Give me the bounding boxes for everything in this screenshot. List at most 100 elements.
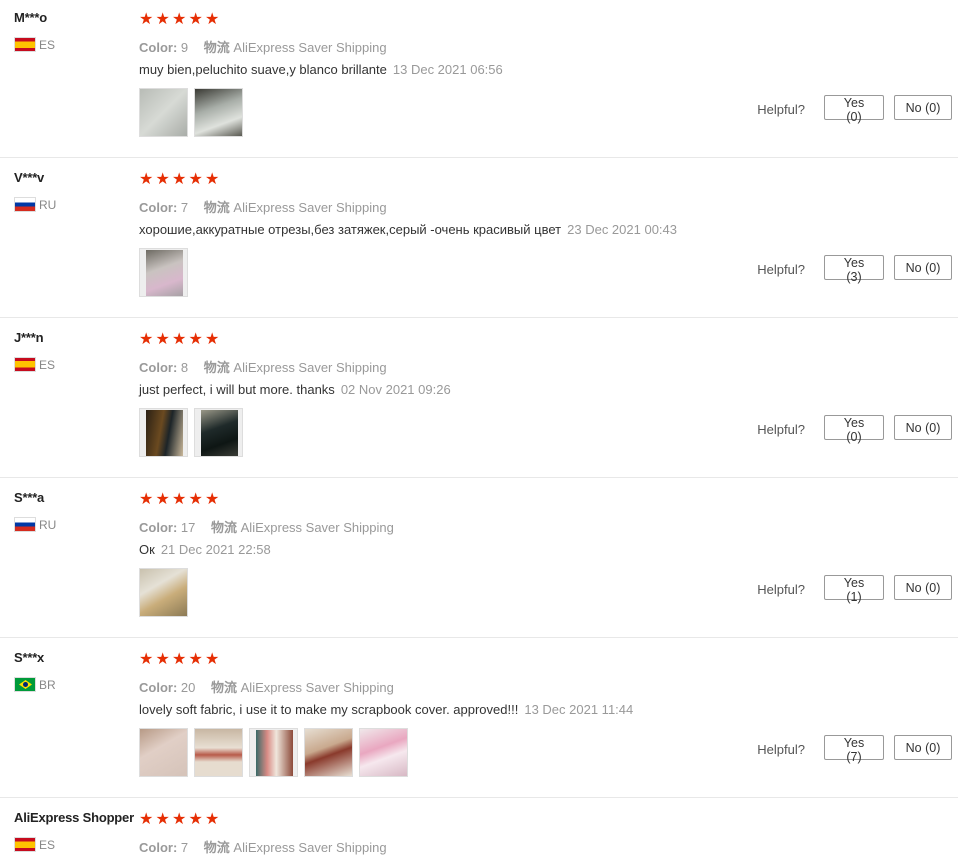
review-text: хорошие,аккуратные отрезы,без затяжек,се… xyxy=(139,222,677,237)
reviewer-name: S***a xyxy=(14,490,45,505)
helpful-yes-button[interactable]: Yes (1) xyxy=(824,575,884,604)
flag-es-icon xyxy=(14,837,36,852)
review-photo-thumbnail[interactable] xyxy=(194,408,243,457)
flag-br-icon xyxy=(14,677,36,692)
helpful-no-button[interactable]: No (0) xyxy=(894,255,952,280)
review-photo-thumbnail[interactable] xyxy=(304,728,353,777)
star-icon: ★ xyxy=(188,811,203,828)
color-key: Color: xyxy=(139,200,178,215)
helpful-no-button[interactable]: No (0) xyxy=(894,575,952,600)
shipping-value: AliExpress Saver Shipping xyxy=(233,360,387,375)
review-photo-thumbnail[interactable] xyxy=(139,568,188,617)
star-icon: ★ xyxy=(155,331,170,348)
flag-ru-icon xyxy=(14,517,36,532)
review-photo-thumbnail[interactable] xyxy=(194,88,243,137)
review-photo-thumbnail[interactable] xyxy=(139,408,188,457)
color-key: Color: xyxy=(139,840,178,855)
color-key: Color: xyxy=(139,520,178,535)
star-icon: ★ xyxy=(205,651,220,668)
star-icon: ★ xyxy=(172,811,187,828)
review-photos xyxy=(139,408,243,457)
reviewer-name: S***x xyxy=(14,650,45,665)
review-date: 02 Nov 2021 09:26 xyxy=(340,382,451,397)
star-icon: ★ xyxy=(139,171,154,188)
reviewer-name: V***v xyxy=(14,170,45,185)
review-photo-thumbnail[interactable] xyxy=(139,248,188,297)
star-icon: ★ xyxy=(139,491,154,508)
review-date: 23 Dec 2021 00:43 xyxy=(567,222,677,237)
review-text: just perfect, i will but more. thanks 02 … xyxy=(139,382,451,397)
reviewer-country: ES xyxy=(14,37,55,52)
review-meta: Color: 8 物流 AliExpress Saver Shipping xyxy=(139,357,387,376)
star-icon: ★ xyxy=(172,171,187,188)
review-meta: Color: 7 物流 AliExpress Saver Shipping xyxy=(139,197,387,216)
star-icon: ★ xyxy=(188,11,203,28)
star-rating: ★ ★ ★ ★ ★ xyxy=(139,12,221,28)
helpful-label: Helpful? xyxy=(757,582,805,597)
review-text: muy bien,peluchito suave,y blanco brilla… xyxy=(139,62,503,77)
flag-ru-icon xyxy=(14,197,36,212)
reviewer-country: RU xyxy=(14,517,56,532)
review-meta: Color: 20 物流 AliExpress Saver Shipping xyxy=(139,677,394,696)
review-date: 13 Dec 2021 06:56 xyxy=(392,62,503,77)
review-text: Ок 21 Dec 2021 22:58 xyxy=(139,542,271,557)
star-rating: ★ ★ ★ ★ ★ xyxy=(139,652,221,668)
review-body: just perfect, i will but more. thanks xyxy=(139,382,335,397)
helpful-yes-button[interactable]: Yes (7) xyxy=(824,735,884,764)
review-item: AliExpress Shopper ES ★ ★ ★ ★ ★ Color: 7 物流 … xyxy=(0,800,958,862)
review-photo-thumbnail[interactable] xyxy=(194,728,243,777)
review-meta: Color: 7 物流 AliExpress Saver Shipping xyxy=(139,837,387,856)
helpful-yes-button[interactable]: Yes (0) xyxy=(824,95,884,124)
helpful-yes-button[interactable]: Yes (3) xyxy=(824,255,884,284)
color-value: 8 xyxy=(180,360,189,375)
review-photo-thumbnail[interactable] xyxy=(359,728,408,777)
color-value: 20 xyxy=(180,680,196,695)
star-rating: ★ ★ ★ ★ ★ xyxy=(139,332,221,348)
star-icon: ★ xyxy=(172,491,187,508)
star-icon: ★ xyxy=(205,491,220,508)
reviewer-name: AliExpress Shopper xyxy=(14,810,134,825)
shipping-value: AliExpress Saver Shipping xyxy=(240,520,394,535)
reviewer-country: RU xyxy=(14,197,56,212)
star-icon: ★ xyxy=(205,811,220,828)
color-key: Color: xyxy=(139,360,178,375)
star-icon: ★ xyxy=(155,491,170,508)
shipping-value: AliExpress Saver Shipping xyxy=(233,840,387,855)
review-body: Ок xyxy=(139,542,155,557)
review-photo-thumbnail[interactable] xyxy=(249,728,298,777)
helpful-label: Helpful? xyxy=(757,422,805,437)
star-icon: ★ xyxy=(188,331,203,348)
star-icon: ★ xyxy=(205,331,220,348)
star-icon: ★ xyxy=(139,11,154,28)
reviewer-name: M***o xyxy=(14,10,47,25)
helpful-label: Helpful? xyxy=(757,262,805,277)
country-code: ES xyxy=(39,357,56,372)
color-key: Color: xyxy=(139,40,178,55)
country-code: RU xyxy=(39,197,57,212)
shipping-key: 物流 xyxy=(203,200,230,215)
review-photos xyxy=(139,728,408,777)
review-meta: Color: 17 物流 AliExpress Saver Shipping xyxy=(139,517,394,536)
review-photo-thumbnail[interactable] xyxy=(139,88,188,137)
reviewer-country: ES xyxy=(14,357,55,372)
country-code: ES xyxy=(39,37,56,52)
color-value: 9 xyxy=(180,40,189,55)
helpful-no-button[interactable]: No (0) xyxy=(894,95,952,120)
color-value: 17 xyxy=(180,520,196,535)
star-icon: ★ xyxy=(172,11,187,28)
helpful-no-button[interactable]: No (0) xyxy=(894,735,952,760)
shipping-key: 物流 xyxy=(211,520,238,535)
helpful-yes-button[interactable]: Yes (0) xyxy=(824,415,884,444)
shipping-key: 物流 xyxy=(203,360,230,375)
star-icon: ★ xyxy=(172,331,187,348)
helpful-voting: Helpful? Yes (7) No (0) xyxy=(757,735,952,764)
review-photo-thumbnail[interactable] xyxy=(139,728,188,777)
star-icon: ★ xyxy=(172,651,187,668)
star-rating: ★ ★ ★ ★ ★ xyxy=(139,492,221,508)
helpful-voting: Helpful? Yes (0) No (0) xyxy=(757,415,952,444)
helpful-label: Helpful? xyxy=(757,102,805,117)
country-code: BR xyxy=(39,677,56,692)
helpful-no-button[interactable]: No (0) xyxy=(894,415,952,440)
review-photos xyxy=(139,88,243,137)
review-meta: Color: 9 物流 AliExpress Saver Shipping xyxy=(139,37,387,56)
